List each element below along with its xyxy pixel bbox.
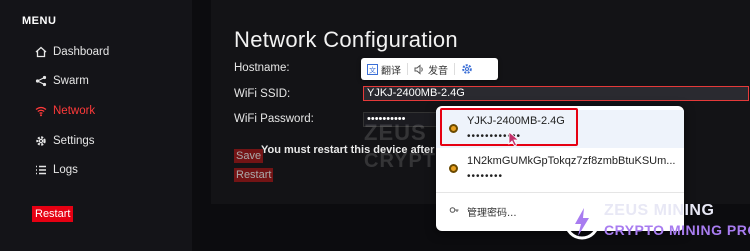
speaker-icon [414,63,423,75]
autofill-ssid: YJKJ-2400MB-2.4G [467,115,565,127]
sidebar-item-settings[interactable]: Settings [34,132,95,150]
sidebar-item-swarm[interactable]: Swarm [34,72,89,90]
password-input[interactable]: •••••••••• [363,112,443,127]
sidebar: MENU Dashboard Swarm Network Settings Lo… [0,0,192,251]
sidebar-item-dashboard[interactable]: Dashboard [34,43,109,61]
lightning-logo-icon [564,204,600,240]
gear-icon [34,135,47,148]
key-icon [449,124,458,133]
menu-title: MENU [22,15,57,27]
autofill-entry[interactable]: YJKJ-2400MB-2.4G •••••••••••• [436,110,684,148]
wifi-icon [34,105,47,118]
manage-passwords-label: 管理密码... [467,208,517,219]
hostname-label: Hostname: [234,62,290,74]
sidebar-item-label: Swarm [53,75,89,87]
autofill-entry[interactable]: 1N2kmGUMkGpTokqz7zf8zmbBtuKSUm... ••••••… [436,150,684,188]
sidebar-item-label: Network [53,105,96,117]
sidebar-item-label: Settings [53,135,95,147]
sidebar-item-logs[interactable]: Logs [34,161,78,179]
brand-line1: ZEUS MINING [604,202,715,219]
list-icon [34,164,47,177]
translate-icon: 文 [367,63,378,75]
svg-text:文: 文 [369,65,376,74]
pronounce-button[interactable]: 发音 [408,58,454,80]
toolbar-settings-button[interactable] [455,58,482,80]
share-icon [34,75,47,88]
brand-line2: CRYPTO MINING PRO [604,222,750,238]
restart-warning: You must restart this device after sav [261,144,456,156]
password-label: WiFi Password: [234,113,314,125]
restart-button[interactable]: Restart [234,168,274,182]
translate-button[interactable]: 文 翻译 [361,58,407,80]
pronounce-label: 发音 [428,65,448,77]
page-title: Network Configuration [234,27,458,52]
autofill-ssid: 1N2kmGUMkGpTokqz7zf8zmbBtuKSUm... [467,155,676,167]
dropdown-divider [436,192,684,193]
translate-label: 翻译 [381,65,401,77]
key-icon [449,164,458,173]
sidebar-item-network[interactable]: Network [34,102,95,120]
sidebar-item-label: Dashboard [53,46,110,58]
gear-icon [462,64,472,74]
ssid-input[interactable]: YJKJ-2400MB-2.4G [363,86,749,101]
autofill-password: •••••••• [467,171,504,182]
mouse-cursor-icon [508,131,520,147]
sidebar-item-label: Logs [53,164,78,176]
translate-toolbar: 文 翻译 发音 [361,58,498,80]
sidebar-restart-button[interactable]: Restart [32,206,74,222]
home-icon [34,46,47,59]
ssid-label: WiFi SSID: [234,88,291,100]
save-button[interactable]: Save [234,149,264,163]
key-outline-icon [449,207,459,213]
brand-logo: ZEUS MINING CRYPTO MINING PRO [560,196,750,251]
